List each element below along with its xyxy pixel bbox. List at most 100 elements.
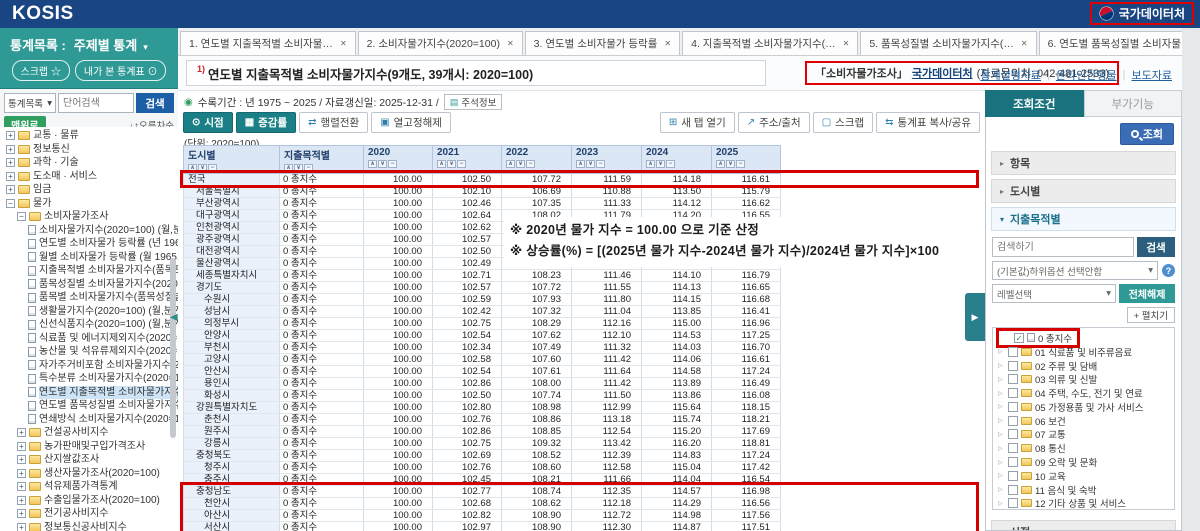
tab-query-conditions[interactable]: 조회조건 — [985, 90, 1084, 117]
tree-expander-icon[interactable]: + — [17, 442, 26, 451]
expand-button[interactable]: + 펼치기 — [1127, 307, 1175, 323]
column-header[interactable]: 2022∧∨− — [502, 146, 572, 174]
header-link[interactable]: 통계설명자료 — [980, 67, 1041, 83]
tree-expander-icon[interactable]: + — [6, 145, 15, 154]
checkbox[interactable] — [1008, 485, 1018, 495]
tree-item[interactable]: +정보통신공사비지수 — [0, 521, 178, 531]
tree-expander-icon[interactable]: + — [6, 131, 15, 140]
toolbar-button[interactable]: ⊙시점 — [183, 112, 233, 133]
sort-asc-icon[interactable]: ∧ — [716, 160, 725, 168]
sort-desc-icon[interactable]: ∨ — [294, 164, 303, 172]
tab[interactable]: 5. 품목성질별 소비자물가지수(…✕ — [860, 31, 1036, 55]
tree-item[interactable]: +전기공사비지수 — [0, 507, 178, 521]
tree-expander-icon[interactable]: + — [6, 185, 15, 194]
tree-item[interactable]: 연도별 소비자물가 등락률 (년 196 — [0, 237, 178, 251]
accordion-item[interactable]: ▸항목 — [991, 151, 1176, 175]
tree-item[interactable]: 월별 소비자물가 등락률 (월 1965. — [0, 251, 178, 265]
toolbar-button[interactable]: ▦증감률 — [236, 112, 296, 133]
scrap-button[interactable]: 스크랩 ☆ — [12, 60, 70, 81]
tree-item[interactable]: 연쇄방식 소비자물가지수(2020=1 — [0, 413, 178, 427]
sort-asc-icon[interactable]: ∧ — [437, 160, 446, 168]
tree-item[interactable]: +교통 · 물류 — [0, 129, 178, 143]
agency-link[interactable]: 국가데이터처 — [912, 65, 973, 81]
sort-asc-icon[interactable]: ∧ — [368, 160, 377, 168]
tree-item[interactable]: 품목별 소비자물가지수(품목성질별 — [0, 291, 178, 305]
column-header[interactable]: 2020∧∨− — [364, 146, 433, 174]
header-link[interactable]: 보도자료 — [1132, 67, 1172, 83]
close-tab-icon[interactable]: ✕ — [664, 39, 671, 48]
tab[interactable]: 6. 연도별 품목성질별 소비자물…✕ — [1039, 31, 1200, 55]
sort-clear-icon[interactable]: − — [304, 164, 313, 172]
checkbox[interactable] — [1008, 429, 1018, 439]
category-item[interactable]: ✓0 총지수 — [995, 331, 1172, 345]
tree-expander-icon[interactable]: + — [6, 172, 15, 181]
tree-item[interactable]: −물가 — [0, 197, 178, 211]
sort-desc-icon[interactable]: ∨ — [447, 160, 456, 168]
sort-clear-icon[interactable]: − — [208, 164, 217, 172]
sort-clear-icon[interactable]: − — [736, 160, 745, 168]
tree-expander-icon[interactable]: + — [17, 482, 26, 491]
tree-item[interactable]: 소비자물가지수(2020=100) (월,분 — [0, 224, 178, 238]
close-tab-icon[interactable]: ✕ — [507, 39, 514, 48]
toolbar-button[interactable]: ↗주소/출처 — [738, 112, 810, 133]
toolbar-button[interactable]: ⇆통계표 복사/공유 — [876, 112, 980, 133]
checkbox[interactable] — [1008, 443, 1018, 453]
category-search-button[interactable]: 검색 — [1137, 237, 1175, 257]
tree-item[interactable]: 식료품 및 에너지제외지수(2020=1 — [0, 332, 178, 346]
sidebar-scrollbar[interactable] — [170, 258, 176, 438]
close-tab-icon[interactable]: ✕ — [843, 39, 850, 48]
query-button[interactable]: 조회 — [1120, 123, 1174, 145]
category-item[interactable]: ▷07 교통 — [995, 428, 1172, 442]
checkbox[interactable] — [1008, 347, 1018, 357]
tree-item[interactable]: +생산자물가조사(2020=100) — [0, 467, 178, 481]
level-select[interactable]: 레벨선택▾ — [992, 284, 1116, 303]
checkbox[interactable] — [1008, 374, 1018, 384]
sort-asc-icon[interactable]: ∧ — [188, 164, 197, 172]
checkbox[interactable] — [1008, 471, 1018, 481]
tree-expander-icon[interactable]: + — [17, 455, 26, 464]
column-header[interactable]: 2021∧∨− — [433, 146, 502, 174]
tab[interactable]: 1. 연도별 지출목적별 소비자물…✕ — [180, 31, 356, 55]
tree-item[interactable]: 자가주거비포함 소비자물가지수(2 — [0, 359, 178, 373]
gov-agency-badge[interactable]: 국가데이터처 — [1090, 2, 1194, 25]
sort-desc-icon[interactable]: ∨ — [656, 160, 665, 168]
tab[interactable]: 4. 지출목적별 소비자물가지수(…✕ — [682, 31, 858, 55]
tree-item[interactable]: 생활물가지수(2020=100) (월,분기 — [0, 305, 178, 319]
suboption-select[interactable]: (기본값)하위옵션 선택안함▾ — [992, 261, 1158, 280]
sort-desc-icon[interactable]: ∨ — [198, 164, 207, 172]
search-category-select[interactable]: 통계목록▾ — [4, 93, 56, 113]
category-item[interactable]: ▷06 보건 — [995, 414, 1172, 428]
toolbar-button[interactable]: ▣열고정해제 — [371, 112, 451, 133]
column-header[interactable]: 지출목적별∧∨− — [280, 146, 364, 174]
toolbar-button[interactable]: ▢스크랩 — [813, 112, 873, 133]
category-item[interactable]: ▷08 통신 — [995, 441, 1172, 455]
sort-clear-icon[interactable]: − — [526, 160, 535, 168]
column-header[interactable]: 2023∧∨− — [572, 146, 642, 174]
close-tab-icon[interactable]: ✕ — [1021, 39, 1028, 48]
tree-item[interactable]: +수출입물가조사(2020=100) — [0, 494, 178, 508]
tab[interactable]: 3. 연도별 소비자물가 등락률✕ — [525, 31, 680, 55]
checkbox[interactable] — [1008, 416, 1018, 426]
close-tab-icon[interactable]: ✕ — [340, 39, 347, 48]
checkbox[interactable] — [1008, 498, 1018, 508]
category-item[interactable]: ▷10 교육 — [995, 469, 1172, 483]
tree-item[interactable]: +과학 · 기술 — [0, 156, 178, 170]
tree-item[interactable]: 특수분류 소비자물가지수(2020=1 — [0, 372, 178, 386]
tree-item[interactable]: 지출목적별 소비자물가지수(품목포 — [0, 264, 178, 278]
sort-asc-icon[interactable]: ∧ — [576, 160, 585, 168]
tab-extra-functions[interactable]: 부가기능 — [1084, 90, 1183, 117]
tree-expander-icon[interactable]: − — [6, 199, 15, 208]
panel-collapse-handle[interactable]: ▶ — [965, 293, 985, 341]
column-header[interactable]: 2025∧∨− — [712, 146, 781, 174]
tree-item[interactable]: +도소매 · 서비스 — [0, 170, 178, 184]
sort-asc-icon[interactable]: ∧ — [506, 160, 515, 168]
sidebar-collapse-icon[interactable]: ◀ — [170, 312, 178, 323]
sort-desc-icon[interactable]: ∨ — [516, 160, 525, 168]
tree-item[interactable]: −소비자물가조사 — [0, 210, 178, 224]
header-link[interactable]: 온라인간행물 — [1056, 67, 1117, 83]
checkbox[interactable] — [1008, 402, 1018, 412]
checkbox[interactable] — [1008, 361, 1018, 371]
sort-desc-icon[interactable]: ∨ — [726, 160, 735, 168]
category-search-input[interactable] — [992, 237, 1134, 257]
annotation-info-button[interactable]: ▤주석정보 — [444, 94, 502, 110]
